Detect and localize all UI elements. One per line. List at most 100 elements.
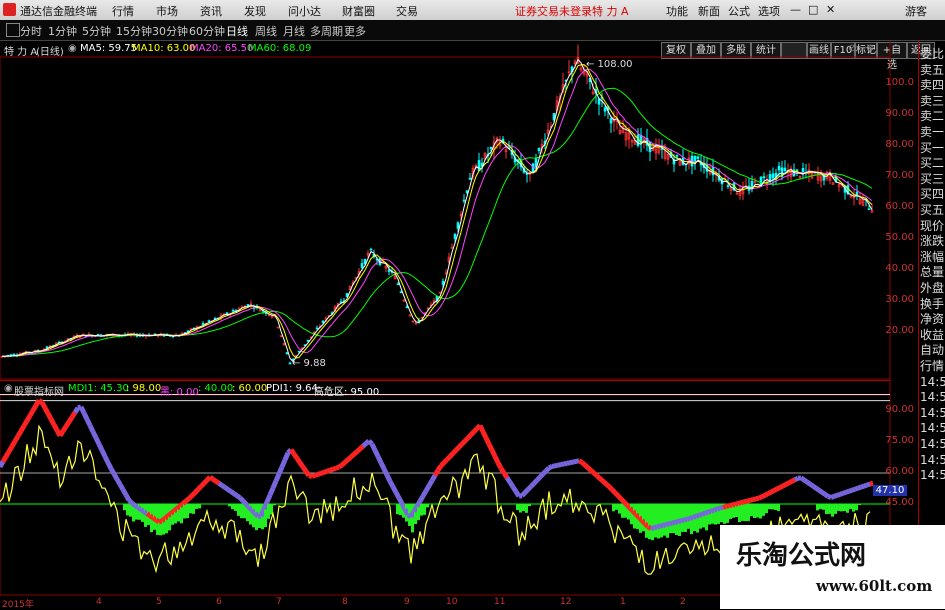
side-label[interactable]: 收益	[920, 328, 945, 343]
chart-canvas[interactable]: ← 108.00← 9.88	[0, 0, 945, 609]
mdi-band	[507, 478, 510, 483]
side-label[interactable]: 自动	[920, 343, 945, 358]
mdi-band	[813, 486, 816, 488]
candle-body	[490, 147, 492, 148]
mdi-band	[24, 421, 27, 426]
side-label[interactable]: 涨跌	[920, 234, 945, 249]
mdi-band	[543, 471, 546, 474]
mdi-band	[210, 477, 213, 479]
mdi-band	[33, 405, 36, 410]
mdi-band	[411, 512, 414, 517]
histogram-bar	[828, 504, 831, 514]
histogram-bar	[522, 504, 525, 511]
side-label[interactable]: 总量	[920, 265, 945, 280]
date-axis-label: 12	[560, 597, 571, 607]
mdi-band	[180, 504, 183, 506]
histogram-bar	[756, 504, 759, 518]
side-label[interactable]: 卖二	[920, 109, 945, 124]
side-label[interactable]: 卖五	[920, 63, 945, 78]
mdi-band	[684, 519, 687, 520]
mdi-band	[171, 511, 174, 513]
candle-body	[370, 249, 372, 250]
side-label[interactable]: 现价	[920, 219, 945, 234]
mdi-band	[792, 480, 795, 482]
mdi-band	[354, 452, 357, 455]
histogram-bar	[753, 504, 756, 518]
mdi-band	[747, 500, 750, 501]
histogram-bar	[666, 504, 669, 538]
side-label[interactable]: 卖四	[920, 78, 945, 93]
side-label[interactable]: 净资	[920, 312, 945, 327]
mdi-band	[849, 490, 852, 491]
mdi-band	[759, 497, 762, 498]
ma20-line	[2, 69, 872, 356]
side-label[interactable]: 14:5	[920, 375, 945, 390]
mdi-band	[108, 463, 111, 469]
mdi-band	[678, 521, 681, 522]
mdi-band	[273, 481, 276, 488]
side-label[interactable]: 买一	[920, 141, 945, 156]
histogram-bar	[192, 504, 195, 514]
histogram-bar	[240, 504, 243, 518]
price-axis-label: 20.00	[884, 325, 914, 336]
side-label[interactable]: 外盘	[920, 281, 945, 296]
mdi-band	[858, 487, 861, 488]
mdi-band	[261, 509, 264, 516]
mdi-band	[246, 504, 249, 507]
mdi-band	[270, 488, 273, 495]
side-label[interactable]: 14:5	[920, 390, 945, 405]
side-label[interactable]: 14:5	[920, 421, 945, 436]
mdi-band	[561, 464, 564, 465]
mdi-band	[471, 432, 474, 435]
indicator-axis-label: 60.00	[884, 466, 914, 477]
mdi-band	[402, 504, 405, 510]
side-label[interactable]: 14:5	[920, 437, 945, 452]
mdi-band	[249, 507, 252, 510]
mdi-band	[633, 511, 636, 514]
pdi1-label: PDI1: 9.64	[266, 383, 318, 394]
side-label[interactable]: 卖三	[920, 94, 945, 109]
ma5-line	[2, 60, 872, 362]
mdi-band	[837, 494, 840, 495]
side-label[interactable]: 14:5	[920, 468, 945, 483]
candle-body	[286, 353, 288, 354]
mdi-band	[174, 509, 177, 511]
histogram-bar	[528, 504, 531, 506]
histogram-bar	[189, 504, 192, 513]
mdi-band	[717, 508, 720, 509]
mdi-band	[453, 450, 456, 453]
mdi-band	[474, 429, 477, 432]
mdi-band	[327, 470, 330, 471]
histogram-bar	[396, 504, 399, 514]
mdi-band	[498, 463, 501, 469]
side-label[interactable]: 买五	[920, 203, 945, 218]
mdi-band	[846, 491, 849, 492]
mdi-band	[96, 438, 99, 444]
mdi-band	[618, 496, 621, 499]
side-label[interactable]: 14:5	[920, 453, 945, 468]
mdi-band	[720, 507, 723, 508]
side-label[interactable]: 涨幅	[920, 250, 945, 265]
side-label[interactable]: 14:5	[920, 406, 945, 421]
candle-body	[538, 148, 540, 150]
mdi-band	[9, 446, 12, 451]
histogram-bar	[672, 504, 675, 533]
side-label[interactable]: 买三	[920, 172, 945, 187]
side-label[interactable]: 买四	[920, 187, 945, 202]
histogram-bar	[663, 504, 666, 536]
histogram-bar	[612, 504, 615, 511]
side-label[interactable]: 换手	[920, 297, 945, 312]
histogram-bar	[768, 504, 771, 509]
mdi-band	[816, 488, 819, 490]
mdi-band	[45, 408, 48, 414]
sub-settings-icon[interactable]: ◉	[4, 383, 13, 394]
side-label[interactable]: 买二	[920, 156, 945, 171]
mdi-band	[150, 516, 153, 518]
histogram-bar	[777, 504, 780, 511]
mdi-band	[99, 444, 102, 450]
side-label[interactable]: 行情	[920, 359, 945, 374]
mdi-band	[867, 484, 870, 485]
mdi-band	[834, 495, 837, 496]
side-label[interactable]: 卖一	[920, 125, 945, 140]
side-label[interactable]: 委比	[920, 47, 945, 62]
